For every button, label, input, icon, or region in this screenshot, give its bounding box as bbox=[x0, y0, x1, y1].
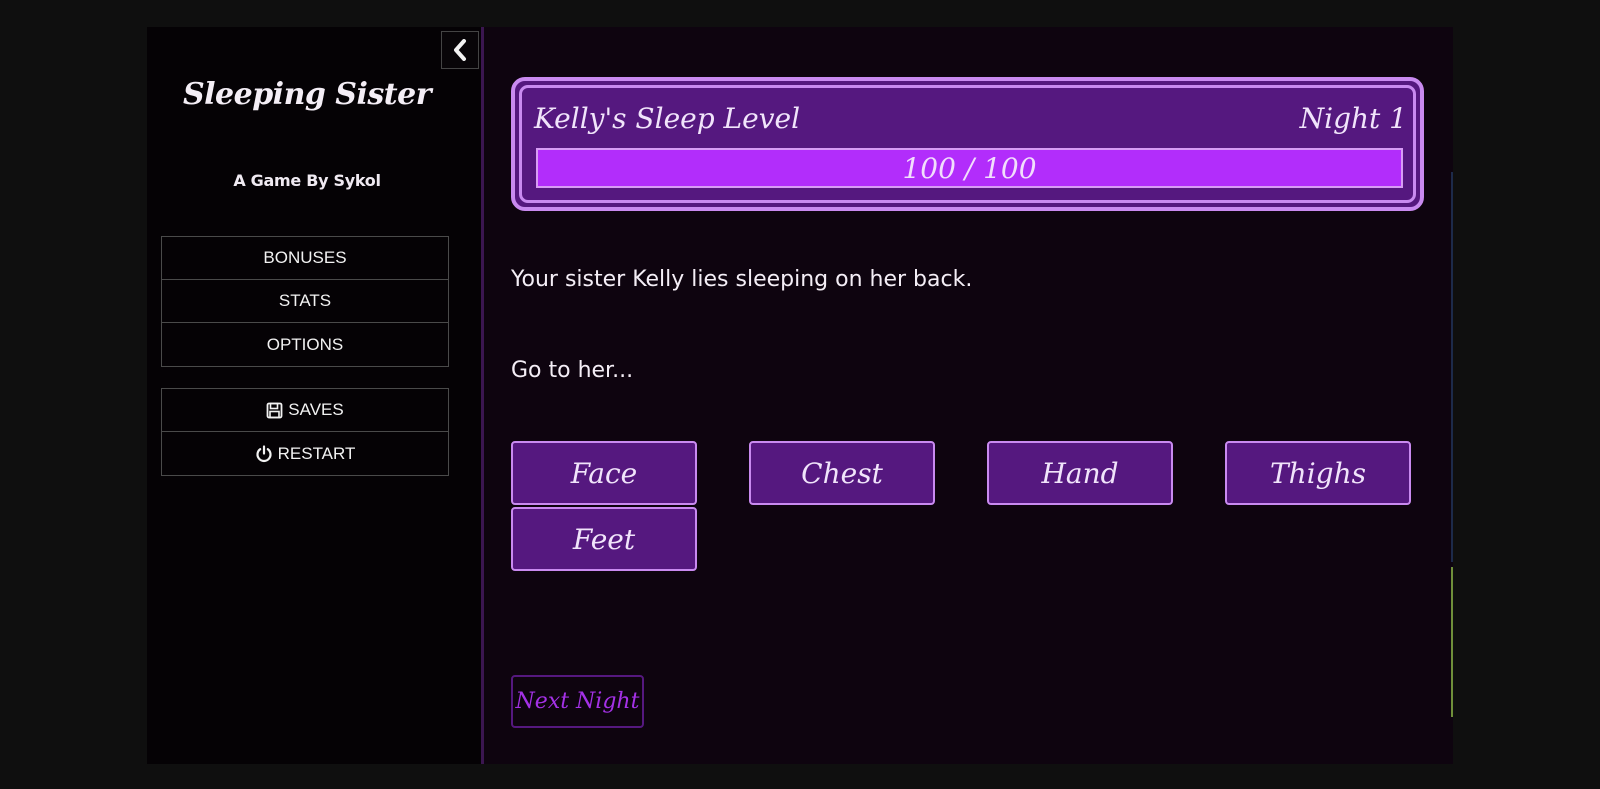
scrollbar-track bbox=[1451, 172, 1453, 562]
save-menu: SAVES RESTART bbox=[161, 388, 449, 476]
stats-label: STATS bbox=[278, 291, 332, 310]
passage-area: Kelly's Sleep Level Night 1 100 / 100 Yo… bbox=[484, 27, 1453, 764]
saves-button[interactable]: SAVES bbox=[162, 389, 448, 432]
choice-hand-button[interactable]: Hand bbox=[987, 441, 1173, 505]
sidebar: Sleeping Sister A Game By Sykol BONUSES … bbox=[147, 27, 484, 764]
saves-label: SAVES bbox=[288, 400, 344, 419]
choice-feet-button[interactable]: Feet bbox=[511, 507, 697, 571]
restart-button[interactable]: RESTART bbox=[162, 432, 448, 475]
restart-label: RESTART bbox=[277, 443, 356, 463]
stats-button[interactable]: STATS bbox=[162, 280, 448, 323]
sleep-level-bar: 100 / 100 bbox=[536, 148, 1403, 188]
choice-thighs-button[interactable]: Thighs bbox=[1225, 441, 1411, 505]
passage-line-prompt: Go to her... bbox=[511, 358, 634, 383]
story-author: A Game By Sykol bbox=[233, 171, 381, 190]
sleep-level-inner: Kelly's Sleep Level Night 1 100 / 100 bbox=[519, 85, 1416, 203]
next-night-button[interactable]: Next Night bbox=[511, 675, 644, 728]
choice-face-button[interactable]: Face bbox=[511, 441, 697, 505]
options-button[interactable]: OPTIONS bbox=[162, 323, 448, 366]
power-icon bbox=[255, 444, 273, 463]
passage-line-description: Your sister Kelly lies sleeping on her b… bbox=[511, 267, 973, 292]
main-menu: BONUSES STATS OPTIONS bbox=[161, 236, 449, 367]
bonuses-button[interactable]: BONUSES bbox=[162, 237, 448, 280]
story-title: Sleeping Sister bbox=[182, 77, 432, 112]
sleep-level-label: Kelly's Sleep Level bbox=[534, 102, 801, 135]
scrollbar-thumb[interactable] bbox=[1451, 567, 1453, 717]
options-label: OPTIONS bbox=[266, 334, 344, 354]
sleep-level-panel: Kelly's Sleep Level Night 1 100 / 100 bbox=[511, 77, 1424, 211]
choice-chest-button[interactable]: Chest bbox=[749, 441, 935, 505]
floppy-disk-icon bbox=[266, 402, 283, 419]
collapse-sidebar-button[interactable] bbox=[441, 31, 479, 69]
night-counter: Night 1 bbox=[1299, 102, 1407, 135]
bonuses-label: BONUSES bbox=[263, 248, 347, 267]
sleep-level-value: 100 / 100 bbox=[902, 151, 1037, 185]
game-window: Sleeping Sister A Game By Sykol BONUSES … bbox=[147, 27, 1453, 764]
chevron-left-icon bbox=[454, 39, 466, 61]
